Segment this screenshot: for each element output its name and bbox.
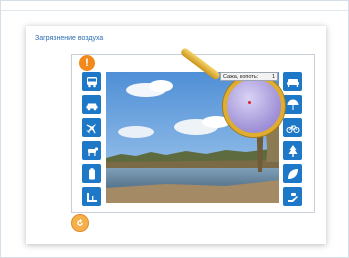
cow-icon: [87, 146, 98, 156]
page-title: Загрязнение воздуха: [35, 35, 104, 42]
leaf-button[interactable]: [283, 164, 302, 183]
pollutant-readout: Сажа, копоть: 1: [220, 72, 278, 81]
umbrella-icon: [287, 99, 298, 110]
tree-icon: [288, 144, 297, 157]
reset-button[interactable]: [71, 214, 89, 232]
bicycle-icon: [285, 125, 300, 133]
sofa-button[interactable]: [283, 72, 302, 91]
eco-options-column: [283, 72, 302, 210]
car-button[interactable]: [82, 95, 101, 114]
hand-icon: [287, 192, 298, 202]
car-icon: [86, 103, 97, 110]
magnifier-lens[interactable]: [223, 75, 285, 137]
hand-button[interactable]: [283, 187, 302, 206]
sofa-icon: [286, 78, 299, 87]
factory-icon: [86, 192, 97, 202]
battery-button[interactable]: [82, 164, 101, 183]
magnifier-focus-point: [248, 101, 251, 104]
leaf-icon: [287, 168, 298, 179]
refresh-icon: [77, 218, 83, 226]
bus-button[interactable]: [82, 72, 101, 91]
tree-button[interactable]: [283, 141, 302, 160]
pollutant-label: Сажа, копоть:: [223, 74, 259, 80]
pollution-sources-column: [82, 72, 101, 210]
bicycle-button[interactable]: [283, 118, 302, 137]
alert-icon[interactable]: !: [79, 55, 95, 71]
bus-icon: [86, 76, 97, 87]
pollutant-value: 1: [271, 74, 275, 80]
battery-icon: [88, 167, 95, 179]
factory-button[interactable]: [82, 187, 101, 206]
airplane-icon: [85, 123, 96, 134]
airplane-button[interactable]: [82, 118, 101, 137]
cow-button[interactable]: [82, 141, 101, 160]
umbrella-button[interactable]: [283, 95, 302, 114]
